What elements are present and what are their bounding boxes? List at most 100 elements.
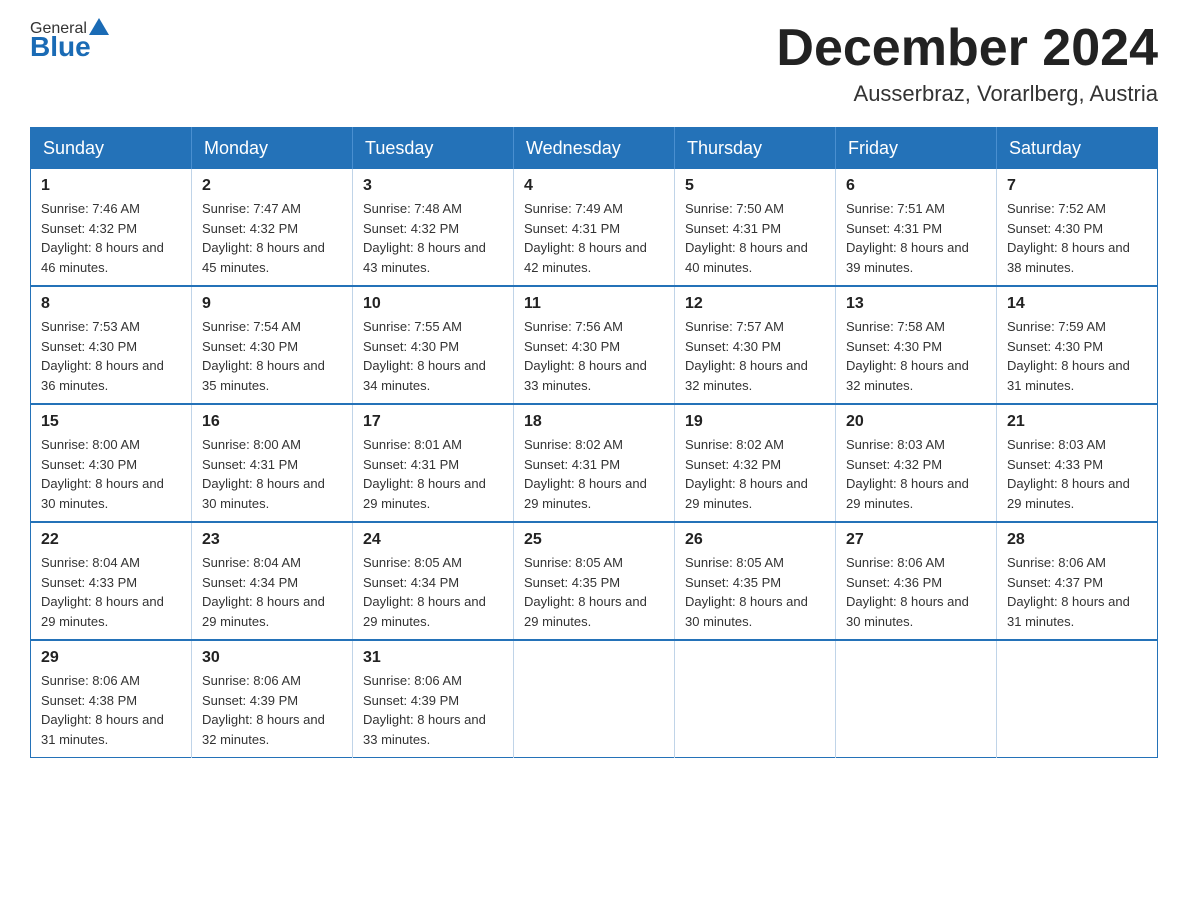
- day-number: 24: [363, 531, 503, 549]
- day-number: 30: [202, 649, 342, 667]
- day-info: Sunrise: 7:55 AMSunset: 4:30 PMDaylight:…: [363, 319, 486, 393]
- day-info: Sunrise: 8:05 AMSunset: 4:35 PMDaylight:…: [524, 555, 647, 629]
- calendar-cell: 26 Sunrise: 8:05 AMSunset: 4:35 PMDaylig…: [675, 522, 836, 640]
- day-info: Sunrise: 8:06 AMSunset: 4:39 PMDaylight:…: [202, 673, 325, 747]
- calendar-cell: 18 Sunrise: 8:02 AMSunset: 4:31 PMDaylig…: [514, 404, 675, 522]
- day-info: Sunrise: 7:59 AMSunset: 4:30 PMDaylight:…: [1007, 319, 1130, 393]
- weekday-header-tuesday: Tuesday: [353, 128, 514, 170]
- day-number: 2: [202, 177, 342, 195]
- day-info: Sunrise: 7:54 AMSunset: 4:30 PMDaylight:…: [202, 319, 325, 393]
- day-number: 14: [1007, 295, 1147, 313]
- calendar-week-row: 1 Sunrise: 7:46 AMSunset: 4:32 PMDayligh…: [31, 169, 1158, 286]
- day-info: Sunrise: 7:50 AMSunset: 4:31 PMDaylight:…: [685, 201, 808, 275]
- day-number: 18: [524, 413, 664, 431]
- calendar-week-row: 8 Sunrise: 7:53 AMSunset: 4:30 PMDayligh…: [31, 286, 1158, 404]
- calendar-cell: 6 Sunrise: 7:51 AMSunset: 4:31 PMDayligh…: [836, 169, 997, 286]
- calendar-cell: 1 Sunrise: 7:46 AMSunset: 4:32 PMDayligh…: [31, 169, 192, 286]
- day-info: Sunrise: 8:02 AMSunset: 4:31 PMDaylight:…: [524, 437, 647, 511]
- day-info: Sunrise: 8:06 AMSunset: 4:36 PMDaylight:…: [846, 555, 969, 629]
- day-info: Sunrise: 8:04 AMSunset: 4:34 PMDaylight:…: [202, 555, 325, 629]
- page-header: General Blue December 2024 Ausserbraz, V…: [30, 20, 1158, 107]
- calendar-cell: 10 Sunrise: 7:55 AMSunset: 4:30 PMDaylig…: [353, 286, 514, 404]
- day-number: 27: [846, 531, 986, 549]
- day-number: 19: [685, 413, 825, 431]
- weekday-header-saturday: Saturday: [997, 128, 1158, 170]
- day-number: 1: [41, 177, 181, 195]
- day-info: Sunrise: 7:48 AMSunset: 4:32 PMDaylight:…: [363, 201, 486, 275]
- calendar-cell: 31 Sunrise: 8:06 AMSunset: 4:39 PMDaylig…: [353, 640, 514, 758]
- day-number: 3: [363, 177, 503, 195]
- day-info: Sunrise: 7:53 AMSunset: 4:30 PMDaylight:…: [41, 319, 164, 393]
- calendar-cell: 30 Sunrise: 8:06 AMSunset: 4:39 PMDaylig…: [192, 640, 353, 758]
- day-number: 12: [685, 295, 825, 313]
- weekday-header-friday: Friday: [836, 128, 997, 170]
- calendar-cell: 16 Sunrise: 8:00 AMSunset: 4:31 PMDaylig…: [192, 404, 353, 522]
- calendar-cell: 25 Sunrise: 8:05 AMSunset: 4:35 PMDaylig…: [514, 522, 675, 640]
- calendar-table: SundayMondayTuesdayWednesdayThursdayFrid…: [30, 127, 1158, 758]
- calendar-cell: [836, 640, 997, 758]
- day-number: 11: [524, 295, 664, 313]
- calendar-cell: 29 Sunrise: 8:06 AMSunset: 4:38 PMDaylig…: [31, 640, 192, 758]
- day-number: 8: [41, 295, 181, 313]
- calendar-cell: 24 Sunrise: 8:05 AMSunset: 4:34 PMDaylig…: [353, 522, 514, 640]
- day-info: Sunrise: 7:57 AMSunset: 4:30 PMDaylight:…: [685, 319, 808, 393]
- day-info: Sunrise: 8:05 AMSunset: 4:34 PMDaylight:…: [363, 555, 486, 629]
- day-info: Sunrise: 8:06 AMSunset: 4:39 PMDaylight:…: [363, 673, 486, 747]
- day-number: 15: [41, 413, 181, 431]
- calendar-cell: 5 Sunrise: 7:50 AMSunset: 4:31 PMDayligh…: [675, 169, 836, 286]
- day-number: 23: [202, 531, 342, 549]
- day-info: Sunrise: 8:02 AMSunset: 4:32 PMDaylight:…: [685, 437, 808, 511]
- calendar-cell: 15 Sunrise: 8:00 AMSunset: 4:30 PMDaylig…: [31, 404, 192, 522]
- calendar-cell: 23 Sunrise: 8:04 AMSunset: 4:34 PMDaylig…: [192, 522, 353, 640]
- day-number: 21: [1007, 413, 1147, 431]
- calendar-cell: 8 Sunrise: 7:53 AMSunset: 4:30 PMDayligh…: [31, 286, 192, 404]
- calendar-cell: 19 Sunrise: 8:02 AMSunset: 4:32 PMDaylig…: [675, 404, 836, 522]
- calendar-cell: 20 Sunrise: 8:03 AMSunset: 4:32 PMDaylig…: [836, 404, 997, 522]
- day-info: Sunrise: 8:03 AMSunset: 4:33 PMDaylight:…: [1007, 437, 1130, 511]
- day-info: Sunrise: 8:03 AMSunset: 4:32 PMDaylight:…: [846, 437, 969, 511]
- calendar-week-row: 29 Sunrise: 8:06 AMSunset: 4:38 PMDaylig…: [31, 640, 1158, 758]
- day-info: Sunrise: 8:06 AMSunset: 4:37 PMDaylight:…: [1007, 555, 1130, 629]
- weekday-header-row: SundayMondayTuesdayWednesdayThursdayFrid…: [31, 128, 1158, 170]
- calendar-cell: 3 Sunrise: 7:48 AMSunset: 4:32 PMDayligh…: [353, 169, 514, 286]
- weekday-header-sunday: Sunday: [31, 128, 192, 170]
- day-number: 7: [1007, 177, 1147, 195]
- day-info: Sunrise: 7:49 AMSunset: 4:31 PMDaylight:…: [524, 201, 647, 275]
- calendar-cell: [675, 640, 836, 758]
- calendar-cell: 22 Sunrise: 8:04 AMSunset: 4:33 PMDaylig…: [31, 522, 192, 640]
- month-title: December 2024: [776, 20, 1158, 77]
- day-info: Sunrise: 8:01 AMSunset: 4:31 PMDaylight:…: [363, 437, 486, 511]
- calendar-cell: 21 Sunrise: 8:03 AMSunset: 4:33 PMDaylig…: [997, 404, 1158, 522]
- day-number: 31: [363, 649, 503, 667]
- day-info: Sunrise: 8:05 AMSunset: 4:35 PMDaylight:…: [685, 555, 808, 629]
- weekday-header-monday: Monday: [192, 128, 353, 170]
- day-number: 26: [685, 531, 825, 549]
- calendar-week-row: 22 Sunrise: 8:04 AMSunset: 4:33 PMDaylig…: [31, 522, 1158, 640]
- day-number: 13: [846, 295, 986, 313]
- day-number: 10: [363, 295, 503, 313]
- day-info: Sunrise: 7:58 AMSunset: 4:30 PMDaylight:…: [846, 319, 969, 393]
- day-info: Sunrise: 8:00 AMSunset: 4:30 PMDaylight:…: [41, 437, 164, 511]
- day-number: 9: [202, 295, 342, 313]
- logo-triangle-icon: [89, 18, 109, 35]
- day-info: Sunrise: 7:51 AMSunset: 4:31 PMDaylight:…: [846, 201, 969, 275]
- day-info: Sunrise: 8:00 AMSunset: 4:31 PMDaylight:…: [202, 437, 325, 511]
- calendar-cell: 2 Sunrise: 7:47 AMSunset: 4:32 PMDayligh…: [192, 169, 353, 286]
- day-number: 20: [846, 413, 986, 431]
- calendar-week-row: 15 Sunrise: 8:00 AMSunset: 4:30 PMDaylig…: [31, 404, 1158, 522]
- day-info: Sunrise: 7:52 AMSunset: 4:30 PMDaylight:…: [1007, 201, 1130, 275]
- calendar-cell: 13 Sunrise: 7:58 AMSunset: 4:30 PMDaylig…: [836, 286, 997, 404]
- day-number: 6: [846, 177, 986, 195]
- logo-area: General Blue: [30, 20, 111, 61]
- day-info: Sunrise: 8:06 AMSunset: 4:38 PMDaylight:…: [41, 673, 164, 747]
- day-number: 28: [1007, 531, 1147, 549]
- calendar-cell: 27 Sunrise: 8:06 AMSunset: 4:36 PMDaylig…: [836, 522, 997, 640]
- title-area: December 2024 Ausserbraz, Vorarlberg, Au…: [776, 20, 1158, 107]
- day-number: 29: [41, 649, 181, 667]
- day-number: 16: [202, 413, 342, 431]
- day-number: 5: [685, 177, 825, 195]
- calendar-cell: [514, 640, 675, 758]
- calendar-cell: [997, 640, 1158, 758]
- day-info: Sunrise: 7:46 AMSunset: 4:32 PMDaylight:…: [41, 201, 164, 275]
- day-number: 4: [524, 177, 664, 195]
